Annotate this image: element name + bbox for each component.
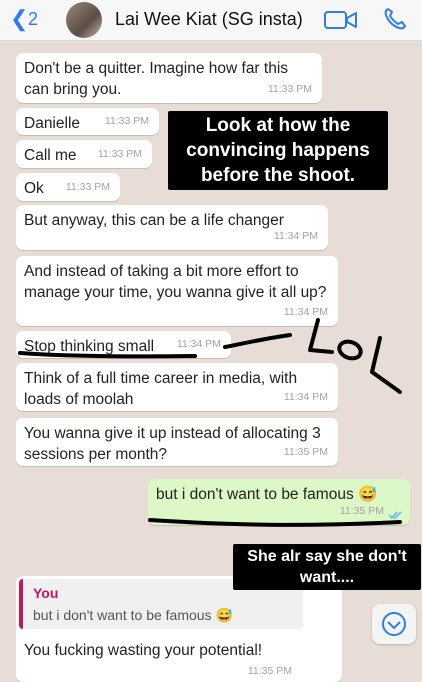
message-time: 11:33 PM [97, 148, 142, 160]
message-time: 11:34 PM [283, 391, 328, 403]
avatar[interactable] [66, 2, 102, 38]
chevron-left-icon[interactable]: ❮ [10, 6, 28, 32]
chat-header: ❮ 2 Lai Wee Kiat (SG insta) [0, 0, 422, 41]
reply-message-bubble[interactable]: You but i don't want to be famous 😅 You … [16, 576, 342, 682]
message-time: 11:34 PM [273, 230, 318, 242]
message-bubble[interactable]: But anyway, this can be a life changer 1… [16, 205, 328, 250]
message-bubble[interactable]: You wanna give it up instead of allocati… [16, 418, 338, 466]
message-time: 11:35 PM [283, 446, 328, 458]
double-check-icon [388, 511, 402, 520]
message-bubble[interactable]: Stop thinking small 11:34 PM [16, 331, 231, 358]
message-time: 11:35 PM [247, 665, 292, 677]
message-bubble[interactable]: Think of a full time career in media, wi… [16, 363, 338, 411]
quote-author: You [33, 585, 59, 601]
outgoing-message-bubble[interactable]: but i don't want to be famous 😅 11:35 PM [148, 479, 410, 525]
message-time: 11:33 PM [267, 83, 312, 95]
scroll-down-button[interactable] [372, 604, 416, 644]
message-bubble[interactable]: Ok 11:33 PM [16, 173, 120, 201]
contact-name[interactable]: Lai Wee Kiat (SG insta) [115, 9, 303, 30]
quote-text: but i don't want to be famous 😅 [33, 607, 233, 623]
message-time: 11:35 PM [339, 505, 384, 517]
message-time: 11:34 PM [176, 338, 221, 350]
video-call-icon[interactable] [324, 10, 358, 30]
message-time: 11:33 PM [104, 115, 149, 127]
chevron-down-icon [382, 612, 406, 636]
reply-text: You fucking wasting your potential! [24, 642, 263, 659]
message-bubble[interactable]: Don't be a quitter. Imagine how far this… [16, 53, 322, 103]
message-time: 11:34 PM [283, 306, 328, 318]
message-bubble[interactable]: Danielle 11:33 PM [16, 108, 159, 135]
unread-count[interactable]: 2 [28, 8, 38, 30]
phone-icon[interactable] [382, 6, 408, 32]
message-time: 11:33 PM [65, 181, 110, 193]
story-caption-top: Look at how the convincing happens befor… [168, 111, 388, 190]
message-bubble[interactable]: And instead of taking a bit more effort … [16, 256, 338, 326]
chat-area[interactable]: Don't be a quitter. Imagine how far this… [0, 41, 422, 682]
story-caption-bottom: She alr say she don't want.... [233, 544, 421, 590]
message-bubble[interactable]: Call me 11:33 PM [16, 140, 152, 168]
